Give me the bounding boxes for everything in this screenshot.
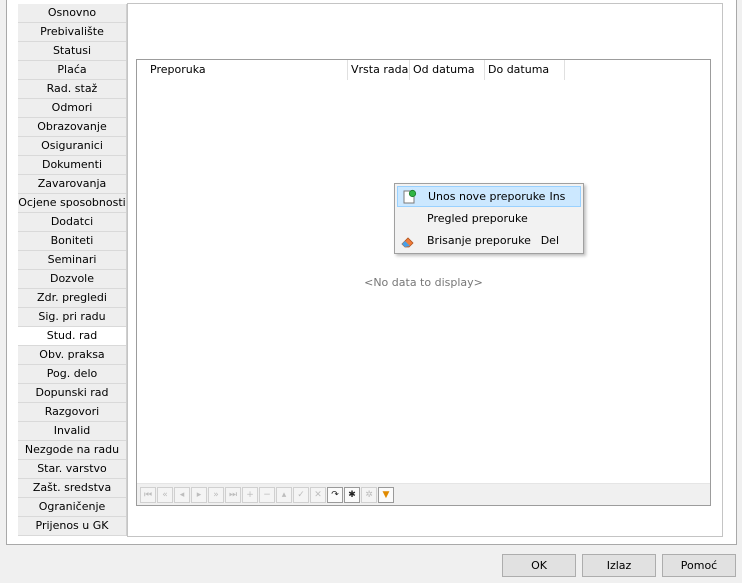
tab-osiguranici[interactable]: Osiguranici <box>18 137 126 156</box>
tab-invalid[interactable]: Invalid <box>18 422 126 441</box>
tab-zavarovanja[interactable]: Zavarovanja <box>18 175 126 194</box>
eraser-icon <box>397 233 419 249</box>
tab-ocjene-sposobnosti[interactable]: Ocjene sposobnosti <box>18 194 126 213</box>
tab-obv-praksa[interactable]: Obv. praksa <box>18 346 126 365</box>
tab-dozvole[interactable]: Dozvole <box>18 270 126 289</box>
column-header-od-datuma[interactable]: Od datuma <box>410 60 485 80</box>
exit-button[interactable]: Izlaz <box>582 554 656 577</box>
column-header-vrsta-rada[interactable]: Vrsta rada <box>348 60 410 80</box>
tab-obrazovanje[interactable]: Obrazovanje <box>18 118 126 137</box>
tab-dopunski-rad[interactable]: Dopunski rad <box>18 384 126 403</box>
goto-bookmark-icon[interactable]: ✲ <box>361 486 377 503</box>
sidebar-tabs: Osnovno Prebivalište Statusi Plaća Rad. … <box>18 4 127 536</box>
column-header-preporuka[interactable]: Preporuka <box>147 60 348 80</box>
tab-odmori[interactable]: Odmori <box>18 99 126 118</box>
save-bookmark-icon[interactable]: ✱ <box>344 486 360 503</box>
tab-osnovno[interactable]: Osnovno <box>18 4 126 23</box>
grid-header: Preporuka Vrsta rada Od datuma Do datuma <box>137 60 710 80</box>
tab-boniteti[interactable]: Boniteti <box>18 232 126 251</box>
tab-pog-delo[interactable]: Pog. delo <box>18 365 126 384</box>
last-icon[interactable]: ⏭ <box>225 486 241 503</box>
new-document-icon <box>398 189 420 205</box>
menu-item-brisanje-preporuke[interactable]: Brisanje preporuke Del <box>397 230 581 251</box>
grid-indicator-column <box>137 60 147 80</box>
tab-zdr-pregledi[interactable]: Zdr. pregledi <box>18 289 126 308</box>
tab-sig-pri-radu[interactable]: Sig. pri radu <box>18 308 126 327</box>
tab-placa[interactable]: Plaća <box>18 61 126 80</box>
edit-icon[interactable]: ▴ <box>276 486 292 503</box>
post-icon[interactable]: ✓ <box>293 486 309 503</box>
menu-item-shortcut: Ins <box>549 190 566 203</box>
delete-icon[interactable]: − <box>259 486 275 503</box>
menu-item-pregled-preporuke[interactable]: Pregled preporuke <box>397 208 581 229</box>
help-button[interactable]: Pomoć <box>662 554 736 577</box>
tab-rad-staz[interactable]: Rad. staž <box>18 80 126 99</box>
preporuke-grid[interactable]: Preporuka Vrsta rada Od datuma Do datuma… <box>136 59 711 506</box>
tab-prijenos-u-gk[interactable]: Prijenos u GK <box>18 517 126 536</box>
tab-statusi[interactable]: Statusi <box>18 42 126 61</box>
menu-item-label: Brisanje preporuke <box>427 234 531 247</box>
insert-icon[interactable]: + <box>242 486 258 503</box>
prev-icon[interactable]: ◂ <box>174 486 190 503</box>
tab-seminari[interactable]: Seminari <box>18 251 126 270</box>
tab-ogranicenje[interactable]: Ograničenje <box>18 498 126 517</box>
tab-nezgode-na-radu[interactable]: Nezgode na radu <box>18 441 126 460</box>
column-header-do-datuma[interactable]: Do datuma <box>485 60 565 80</box>
tab-dokumenti[interactable]: Dokumenti <box>18 156 126 175</box>
next-icon[interactable]: ▸ <box>191 486 207 503</box>
tab-star-varstvo[interactable]: Star. varstvo <box>18 460 126 479</box>
tab-dodatci[interactable]: Dodatci <box>18 213 126 232</box>
prev-page-icon[interactable]: « <box>157 486 173 503</box>
filter-icon[interactable]: ▼ <box>378 486 394 503</box>
menu-item-label: Unos nove preporuke <box>428 190 546 203</box>
empty-grid-message: <No data to display> <box>364 276 483 289</box>
tab-prebivaliste[interactable]: Prebivalište <box>18 23 126 42</box>
cancel-icon[interactable]: ✕ <box>310 486 326 503</box>
tab-stud-rad[interactable]: Stud. rad <box>18 327 126 346</box>
tab-zast-sredstva[interactable]: Zašt. sredstva <box>18 479 126 498</box>
ok-button[interactable]: OK <box>502 554 576 577</box>
next-page-icon[interactable]: » <box>208 486 224 503</box>
tab-razgovori[interactable]: Razgovori <box>18 403 126 422</box>
menu-item-unos-nove-preporuke[interactable]: Unos nove preporuke Ins <box>397 186 581 207</box>
first-icon[interactable]: ⏮ <box>140 486 156 503</box>
menu-item-label: Pregled preporuke <box>427 212 528 225</box>
refresh-icon[interactable]: ↷ <box>327 486 343 503</box>
menu-item-shortcut: Del <box>540 234 559 247</box>
context-menu: Unos nove preporuke Ins Pregled preporuk… <box>394 183 584 254</box>
grid-navigator: ⏮ « ◂ ▸ » ⏭ + − ▴ ✓ ✕ ↷ ✱ ✲ ▼ <box>137 483 710 505</box>
